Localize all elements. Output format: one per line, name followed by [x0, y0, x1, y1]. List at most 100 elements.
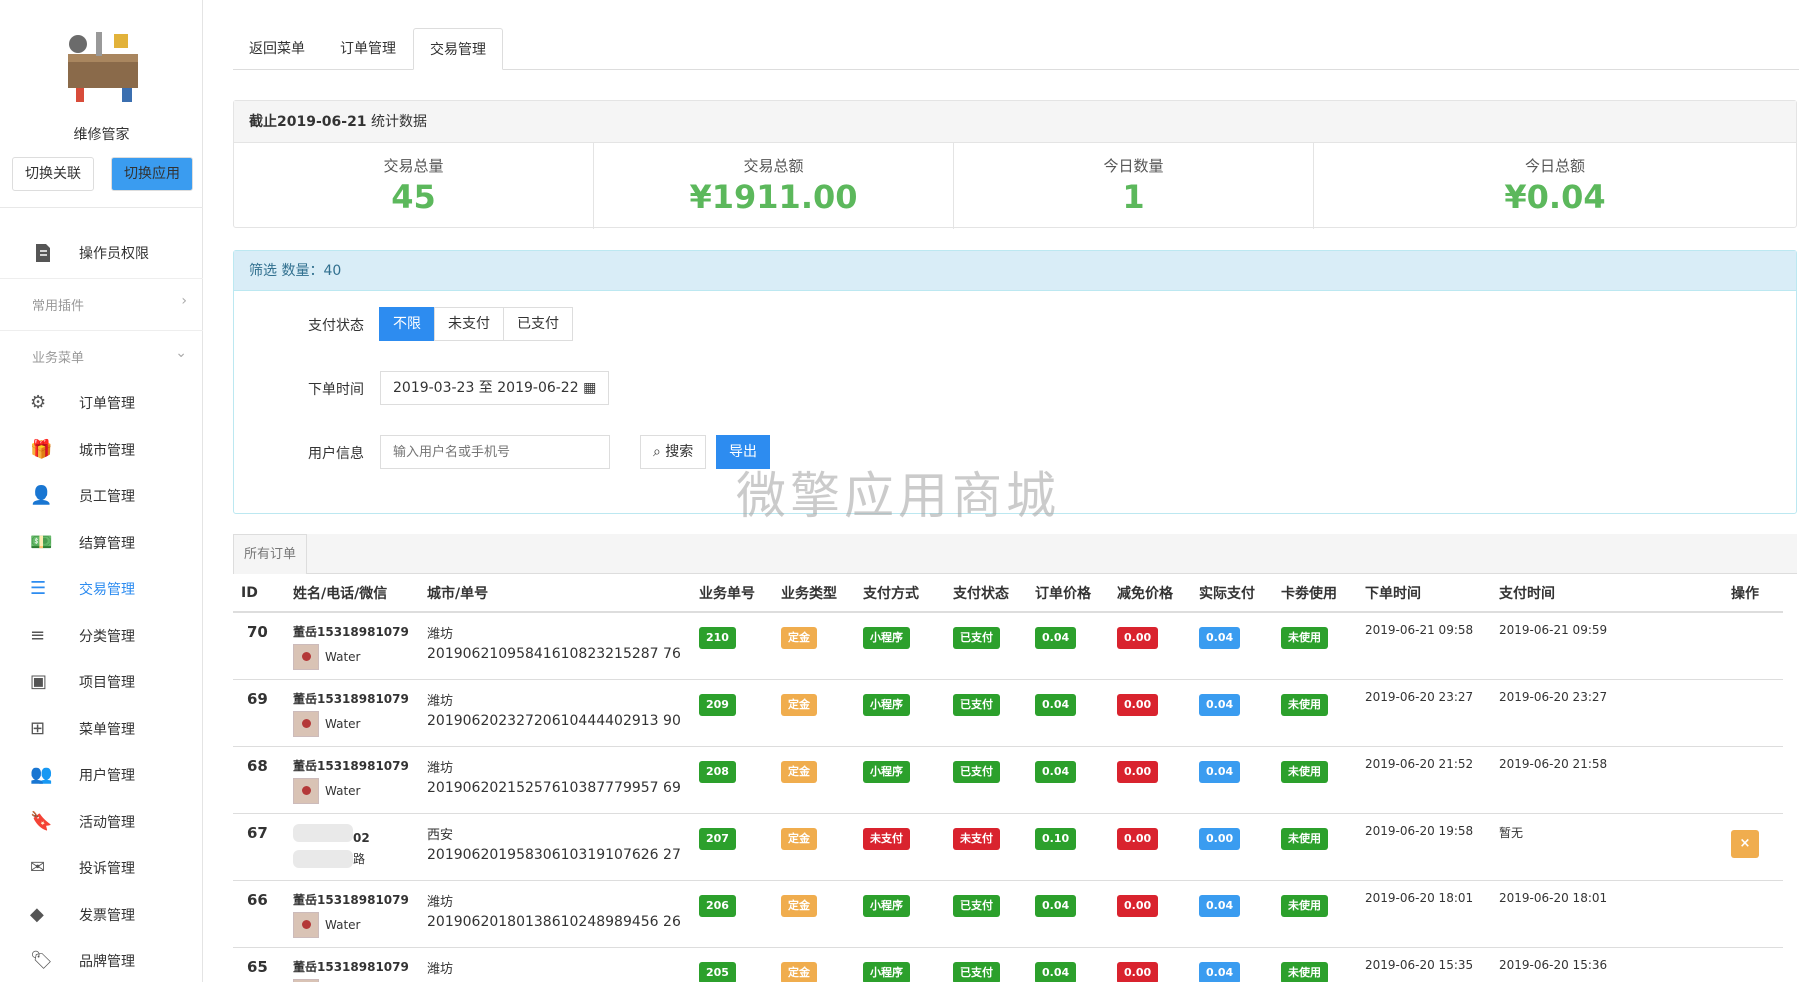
sidebar-item[interactable]: 🔖 活动管理 — [0, 799, 203, 845]
tab-back-menu[interactable]: 返回菜单 — [233, 28, 321, 70]
orders-tabbar: 所有订单 — [233, 534, 1797, 574]
cell-actions — [1723, 679, 1783, 747]
sidebar-item-label: 活动管理 — [79, 814, 135, 831]
column-header: 支付方式 — [855, 574, 945, 613]
cell-pay-method: 小程序 — [855, 746, 945, 814]
sidebar-item-label: 投诉管理 — [79, 861, 135, 877]
cell-coupon: 未使用 — [1273, 746, 1357, 814]
column-header: 操作 — [1723, 574, 1783, 613]
sidebar-item[interactable]: 💵 结算管理 — [0, 520, 203, 566]
switch-relation-button[interactable]: 切换关联 — [12, 157, 94, 191]
sidebar-item[interactable]: ◆ 发票管理 — [0, 892, 203, 938]
sidebar-item[interactable]: ✉ 投诉管理 — [0, 845, 203, 891]
sidebar-item[interactable]: ☰ 交易管理 — [0, 566, 203, 612]
table-row[interactable]: 68 董岳15318981079 Water 潍坊 201906202152576103… — [233, 746, 1783, 814]
date-range-value: 2019-03-23 至 2019-06-22 — [393, 380, 579, 396]
pay-status-badge: 已支付 — [953, 693, 1000, 716]
stat-value: ¥1911.00 — [689, 178, 858, 216]
group-label: 常用插件 — [32, 299, 85, 314]
pay-status-paid[interactable]: 已支付 — [503, 307, 573, 341]
date-range-picker[interactable]: 2019-03-23 至 2019-06-22 ▦ — [380, 371, 610, 405]
cell-city: 西安 20190620195830610319107626 27 — [419, 813, 691, 881]
column-header: 支付状态 — [945, 574, 1027, 613]
cell-paid-at: 2019-06-21 09:59 — [1491, 612, 1723, 680]
sidebar-item[interactable]: 👥 用户管理 — [0, 752, 203, 798]
order-number: 20190621095841610823215287 76 — [427, 646, 681, 662]
search-button[interactable]: ⌕ 搜索 — [640, 435, 707, 469]
row-id: 65 — [247, 957, 268, 976]
sidebar-item[interactable]: 👤 员工管理 — [0, 473, 203, 519]
user-meta: Water — [293, 710, 419, 737]
user-name: 董岳15318981079 — [293, 892, 409, 907]
pay-status-all[interactable]: 不限 — [379, 307, 435, 341]
coupon-badge: 未使用 — [1281, 627, 1328, 649]
cell-user: 董岳15318981079 Water — [285, 679, 419, 747]
table-row[interactable]: 70 董岳15318981079 Water 潍坊 201906210958416108… — [233, 612, 1783, 680]
user-search-input[interactable] — [380, 435, 610, 469]
sidebar-item[interactable]: 🎁 城市管理 — [0, 427, 203, 473]
switch-app-button[interactable]: 切换应用 — [111, 157, 193, 191]
price-badge: 0.04 — [1035, 961, 1077, 982]
sidebar-item-label: 结算管理 — [79, 535, 135, 552]
cell-price: 0.04 — [1027, 880, 1109, 948]
cell-created: 2019-06-20 21:52 — [1357, 746, 1491, 814]
paid-badge: 0.04 — [1199, 627, 1241, 649]
biz-no-badge: 206 — [699, 894, 736, 917]
table-row[interactable]: 66 董岳15318981079 Water 潍坊 201906201801386102… — [233, 880, 1783, 948]
sidebar-item-label: 员工管理 — [79, 489, 135, 505]
orders-table: ID 姓名/电话/微信 城市/单号 业务单号 业务类型 支付方式 支付状态 订单价格 减免价格实… — [233, 574, 1783, 982]
tab-orders[interactable]: 订单管理 — [324, 28, 412, 70]
paid-time: 2019-06-20 15:36 — [1499, 957, 1608, 972]
sidebar-item[interactable]: 🏷 品牌管理 — [0, 938, 203, 982]
sidebar-item[interactable]: ⚙ 订单管理 — [0, 380, 203, 426]
pay-status-unpaid[interactable]: 未支付 — [434, 307, 504, 341]
sidebar-item-label: 分类管理 — [79, 628, 135, 645]
bookmark-icon: 🔖 — [30, 810, 53, 832]
user-meta: Water — [293, 644, 419, 670]
paid-time: 暂无 — [1499, 825, 1524, 840]
cell-created: 2019-06-20 15:35 — [1357, 947, 1491, 982]
sidebar-item[interactable]: ≡ 分类管理 — [0, 613, 203, 659]
sidebar-group-business[interactable]: 业务菜单 ⌄ — [0, 330, 203, 380]
tags-icon: 🏷 — [30, 950, 53, 971]
table-row[interactable]: 69 董岳15318981079 Water 潍坊 201906202327206104… — [233, 679, 1783, 747]
discount-badge: 0.00 — [1117, 894, 1159, 917]
avatar — [293, 911, 319, 938]
sidebar-item-label: 交易管理 — [79, 582, 135, 598]
stat-total-amount: 交易总额 ¥1911.00 — [594, 143, 954, 229]
cell-city: 潍坊 20190620232720610444402913 90 — [419, 679, 691, 747]
cell-discount: 0.00 — [1109, 612, 1191, 680]
table-row[interactable]: 65 董岳15318981079 Water 潍坊 205 定金 小程序 已支付 0.04 0.0… — [233, 947, 1783, 982]
delete-order-button[interactable]: × — [1731, 829, 1759, 858]
tab-transactions[interactable]: 交易管理 — [413, 28, 503, 70]
coupon-badge: 未使用 — [1281, 961, 1328, 982]
cell-discount: 0.00 — [1109, 813, 1191, 881]
created-time: 2019-06-20 21:52 — [1365, 756, 1474, 771]
page: 维修管家 切换关联 切换应用 操作员权限 常用插件 › 业务菜单 ⌄ ⚙ 订单管理… — [0, 0, 1809, 982]
stat-value: ¥0.04 — [1504, 178, 1606, 216]
sidebar-group-common[interactable]: 常用插件 › — [0, 278, 203, 328]
table-row[interactable]: 67 02 路 西安 20190620195830610319107626 27 207 定… — [233, 813, 1783, 881]
sidebar-item[interactable]: ▣ 项目管理 — [0, 659, 203, 705]
tab-all-orders[interactable]: 所有订单 — [233, 534, 308, 574]
user-meta: Water — [293, 978, 419, 982]
user-meta: 路 — [293, 849, 419, 868]
cell-paid-at: 2019-06-20 15:36 — [1491, 947, 1723, 982]
avatar — [293, 777, 319, 804]
biz-no-badge: 209 — [699, 693, 736, 716]
cell-id: 67 — [233, 813, 285, 881]
cell-pay-status: 已支付 — [945, 746, 1027, 814]
cell-coupon: 未使用 — [1273, 880, 1357, 948]
sidebar-item[interactable]: ⊞ 菜单管理 — [0, 706, 203, 752]
cell-biz-no: 205 — [691, 947, 773, 982]
cell-pay-status: 未支付 — [945, 813, 1027, 881]
user-name: 董岳15318981079 — [293, 625, 409, 639]
stats-panel: 截止2019-06-21 统计数据 交易总量 45 交易总额 ¥1911.00 今日… — [233, 100, 1797, 229]
cell-biz-type: 定金 — [773, 813, 855, 881]
sidebar-item-operator[interactable]: 操作员权限 — [0, 230, 203, 276]
order-number: 20190620180138610248989456 26 — [427, 913, 681, 930]
watermark: 微擎应用商城 — [736, 467, 1060, 525]
stat-label: 今日总额 — [1524, 157, 1585, 175]
cell-created: 2019-06-20 23:27 — [1357, 679, 1491, 747]
cell-actions: × — [1723, 813, 1783, 881]
